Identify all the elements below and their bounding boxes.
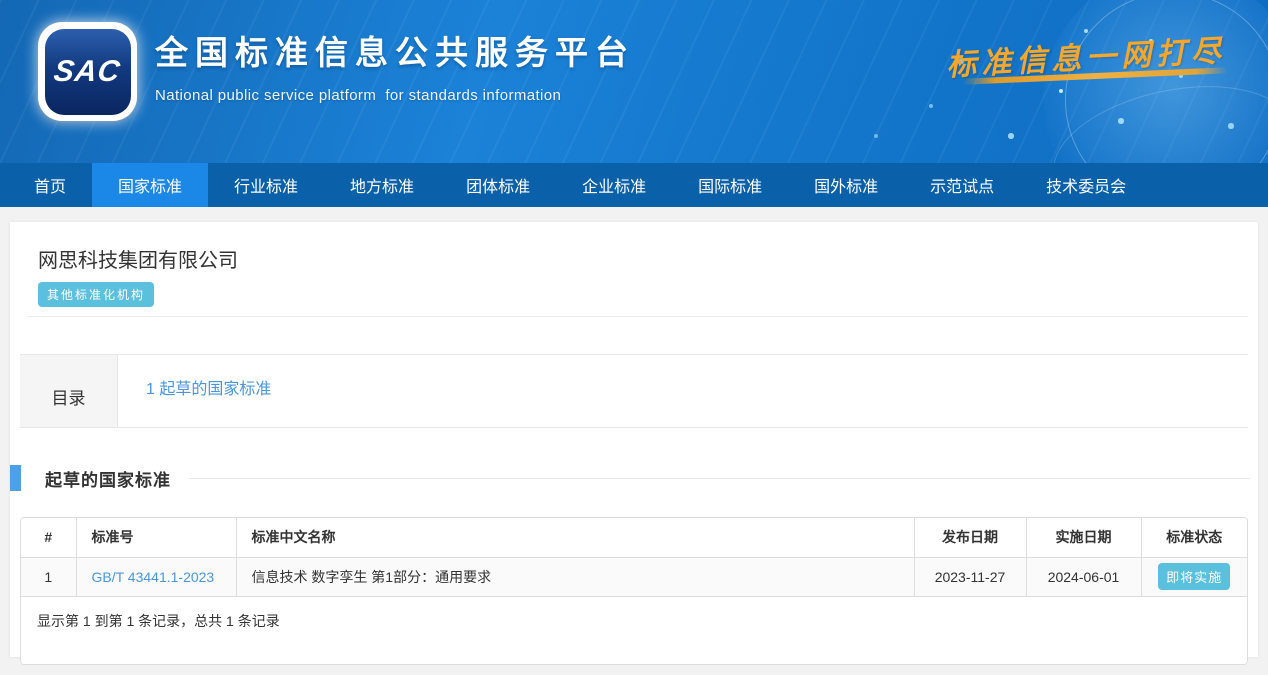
table-header-row: # 标准号 标准中文名称 发布日期 实施日期 标准状态 xyxy=(21,518,1247,557)
cell-status: 即将实施 xyxy=(1141,557,1247,596)
standard-code-link[interactable]: GB/T 43441.1-2023 xyxy=(92,569,215,585)
section-accent-marker xyxy=(10,465,21,491)
nav-item-group-standards[interactable]: 团体标准 xyxy=(440,163,556,207)
column-header-index: # xyxy=(21,518,76,557)
column-header-implement-date: 实施日期 xyxy=(1026,518,1141,557)
nav-item-foreign-standards[interactable]: 国外标准 xyxy=(788,163,904,207)
sparkle-decoration xyxy=(0,0,2,2)
column-header-publish-date: 发布日期 xyxy=(914,518,1026,557)
table-row: 1 GB/T 43441.1-2023 信息技术 数字孪生 第1部分：通用要求 … xyxy=(21,557,1247,596)
organization-name: 网思科技集团有限公司 xyxy=(38,244,1230,273)
site-header: SAC 全国标准信息公共服务平台 National public service… xyxy=(0,0,1268,163)
column-header-standard-name: 标准中文名称 xyxy=(236,518,914,557)
nav-item-enterprise-standards[interactable]: 企业标准 xyxy=(556,163,672,207)
table-header: # 标准号 标准中文名称 发布日期 实施日期 标准状态 xyxy=(21,518,1247,557)
nav-item-international-standards[interactable]: 国际标准 xyxy=(672,163,788,207)
org-divider xyxy=(28,316,1248,317)
sac-logo-text: SAC xyxy=(52,55,123,89)
toc-body: 1 起草的国家标准 xyxy=(118,355,1248,427)
column-header-standard-code: 标准号 xyxy=(76,518,236,557)
sac-logo[interactable]: SAC xyxy=(38,22,137,121)
table-of-contents: 目录 1 起草的国家标准 xyxy=(20,354,1248,428)
cell-implement-date: 2024-06-01 xyxy=(1026,557,1141,596)
cell-index: 1 xyxy=(21,557,76,596)
table-body: 1 GB/T 43441.1-2023 信息技术 数字孪生 第1部分：通用要求 … xyxy=(21,557,1247,596)
organization-type-badge: 其他标准化机构 xyxy=(38,282,154,307)
section-header: 起草的国家标准 xyxy=(10,465,1258,491)
organization-block: 网思科技集团有限公司 其他标准化机构 xyxy=(10,222,1258,316)
nav-item-home[interactable]: 首页 xyxy=(8,163,92,207)
main-nav: 首页 国家标准 行业标准 地方标准 团体标准 企业标准 国际标准 国外标准 示范… xyxy=(0,163,1268,207)
toc-link-drafted-national-standards[interactable]: 1 起草的国家标准 xyxy=(146,381,271,398)
cell-standard-name: 信息技术 数字孪生 第1部分：通用要求 xyxy=(236,557,914,596)
site-subtitle: National public service platform for sta… xyxy=(155,87,635,104)
content-card: 网思科技集团有限公司 其他标准化机构 目录 1 起草的国家标准 起草的国家标准 … xyxy=(10,222,1258,657)
site-title: 全国标准信息公共服务平台 xyxy=(155,26,635,74)
nav-item-technical-committee[interactable]: 技术委员会 xyxy=(1020,163,1152,207)
toc-label: 目录 xyxy=(20,355,118,427)
standards-table-container: # 标准号 标准中文名称 发布日期 实施日期 标准状态 1 GB/T 43441… xyxy=(20,517,1248,665)
column-header-status: 标准状态 xyxy=(1141,518,1247,557)
cell-publish-date: 2023-11-27 xyxy=(914,557,1026,596)
section-rule-line xyxy=(189,478,1250,479)
sac-logo-core: SAC xyxy=(45,29,131,115)
globe-decoration xyxy=(1043,0,1268,163)
section-title: 起草的国家标准 xyxy=(45,466,171,491)
nav-item-local-standards[interactable]: 地方标准 xyxy=(324,163,440,207)
nav-item-industry-standards[interactable]: 行业标准 xyxy=(208,163,324,207)
masthead: 全国标准信息公共服务平台 National public service pla… xyxy=(155,26,635,104)
nav-item-national-standards[interactable]: 国家标准 xyxy=(92,163,208,207)
standards-table: # 标准号 标准中文名称 发布日期 实施日期 标准状态 1 GB/T 43441… xyxy=(21,518,1247,597)
record-count-summary: 显示第 1 到第 1 条记录，总共 1 条记录 xyxy=(21,597,1247,664)
cell-standard-code: GB/T 43441.1-2023 xyxy=(76,557,236,596)
status-badge: 即将实施 xyxy=(1158,563,1230,590)
nav-item-pilot-demo[interactable]: 示范试点 xyxy=(904,163,1020,207)
